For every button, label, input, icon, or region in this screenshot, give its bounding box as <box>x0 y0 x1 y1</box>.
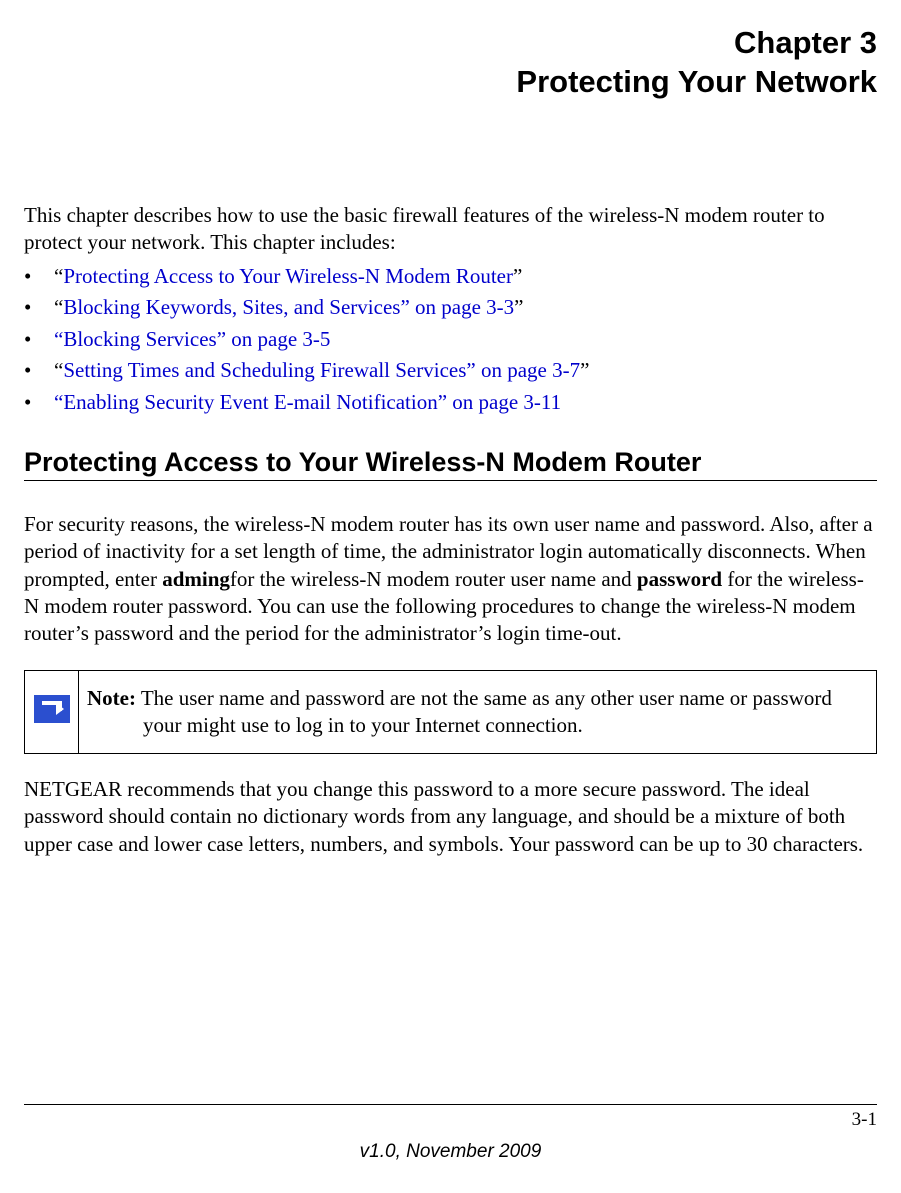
toc-list: •“Protecting Access to Your Wireless-N M… <box>24 262 877 417</box>
toc-link[interactable]: Blocking Keywords, Sites, and Services” … <box>63 295 514 319</box>
page-number: 3-1 <box>852 1109 877 1131</box>
toc-link[interactable]: Setting Times and Scheduling Firewall Se… <box>63 358 580 382</box>
toc-quote-open: “ <box>54 358 63 382</box>
toc-quote-close: ” <box>580 358 589 382</box>
bullet-icon: • <box>24 388 54 417</box>
toc-link[interactable]: “Enabling Security Event E-mail Notifica… <box>54 390 561 414</box>
toc-item: •“Protecting Access to Your Wireless-N M… <box>24 262 877 291</box>
section-heading: Protecting Access to Your Wireless-N Mod… <box>24 447 877 478</box>
bullet-icon: • <box>24 293 54 322</box>
chapter-heading: Chapter 3 Protecting Your Network <box>24 24 877 102</box>
intro-paragraph: This chapter describes how to use the ba… <box>24 202 877 257</box>
bold-text: password <box>637 567 722 591</box>
toc-item: •“Blocking Keywords, Sites, and Services… <box>24 293 877 322</box>
toc-link[interactable]: Protecting Access to Your Wireless-N Mod… <box>63 264 513 288</box>
toc-item: •“Setting Times and Scheduling Firewall … <box>24 356 877 385</box>
note-icon-cell <box>25 670 79 754</box>
body-paragraph: For security reasons, the wireless-N mod… <box>24 511 877 647</box>
version-label: v1.0, November 2009 <box>0 1141 901 1163</box>
toc-item: •“Blocking Services” on page 3-5 <box>24 325 877 354</box>
chapter-title: Protecting Your Network <box>24 63 877 102</box>
toc-item: •“Enabling Security Event E-mail Notific… <box>24 388 877 417</box>
note-box: Note: The user name and password are not… <box>24 670 877 755</box>
note-text-cell: Note: The user name and password are not… <box>79 670 877 754</box>
chapter-number: Chapter 3 <box>24 24 877 63</box>
toc-quote-close: ” <box>513 264 522 288</box>
body-paragraph: NETGEAR recommends that you change this … <box>24 776 877 858</box>
toc-quote-open: “ <box>54 295 63 319</box>
section-rule <box>24 480 877 481</box>
toc-quote-close: ” <box>514 295 523 319</box>
bullet-icon: • <box>24 262 54 291</box>
para-text: for the wireless-N modem router user nam… <box>230 567 637 591</box>
note-text: The user name and password are not the s… <box>136 686 832 737</box>
note-label: Note: <box>87 686 136 710</box>
footer-rule <box>24 1104 877 1105</box>
bullet-icon: • <box>24 356 54 385</box>
bold-text: adming <box>162 567 230 591</box>
toc-quote-open: “ <box>54 264 63 288</box>
arrow-icon <box>34 695 70 723</box>
bullet-icon: • <box>24 325 54 354</box>
toc-link[interactable]: “Blocking Services” on page 3-5 <box>54 327 330 351</box>
